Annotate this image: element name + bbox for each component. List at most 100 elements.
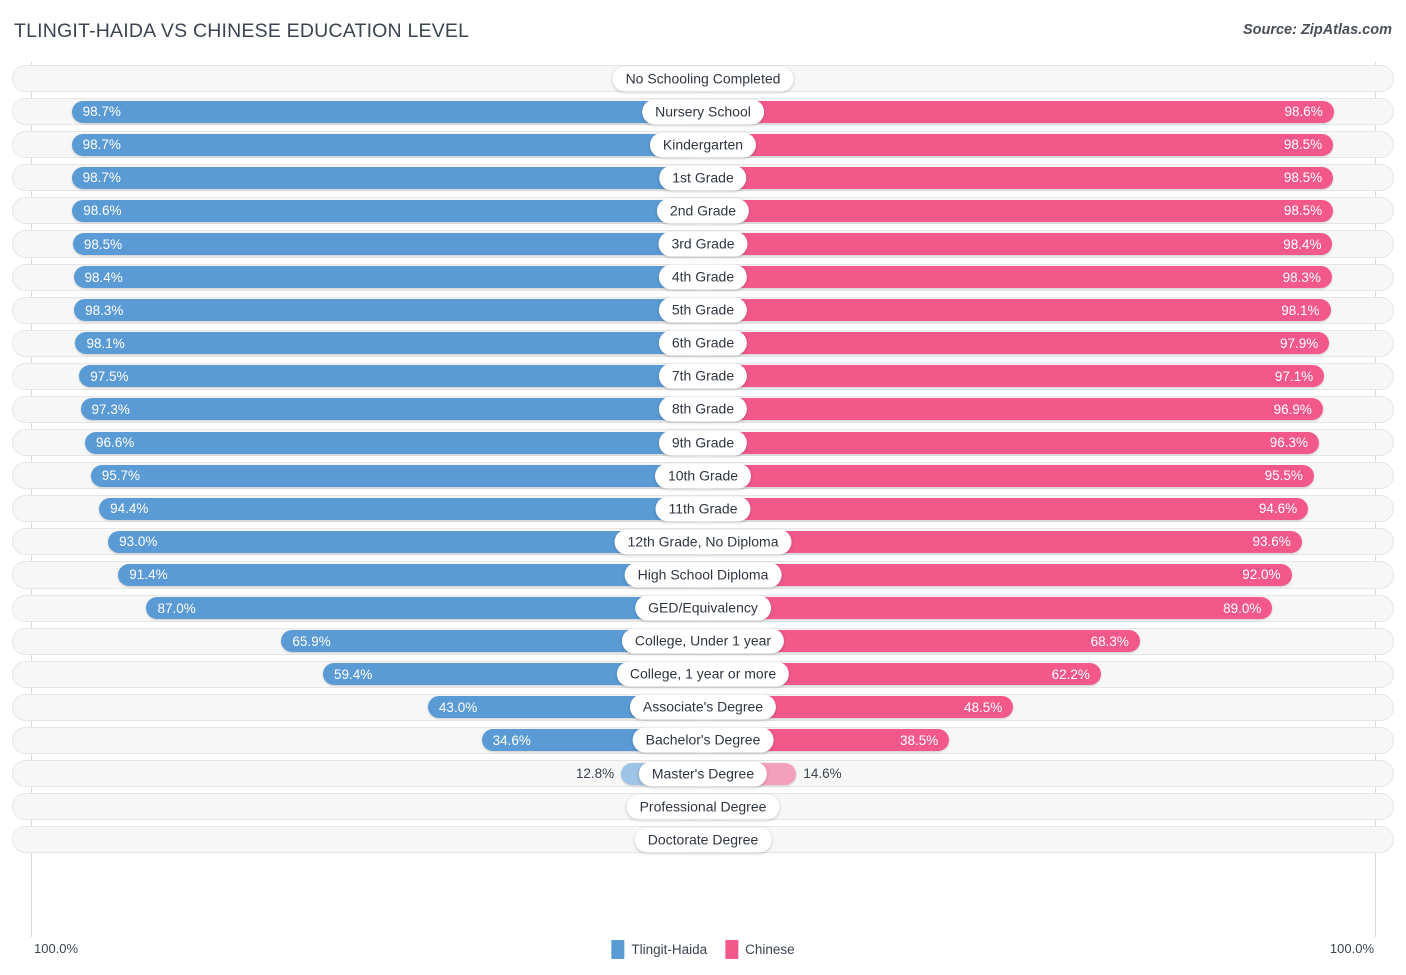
left-series-half: 12.8% xyxy=(0,757,703,790)
category-label: Kindergarten xyxy=(649,132,757,158)
category-label: 10th Grade xyxy=(654,463,752,489)
bar-chinese: 98.5% xyxy=(703,133,1334,156)
bar-tlingit-haida: 98.4% xyxy=(73,266,703,289)
bar-value-label: 96.3% xyxy=(1269,435,1309,451)
right-series-half: 95.5% xyxy=(703,459,1406,492)
bar-value-label: 43.0% xyxy=(438,699,478,715)
bar-value-label: 94.4% xyxy=(110,501,149,517)
bar-value-label: 38.5% xyxy=(900,732,939,748)
bar-value-label: 95.5% xyxy=(1264,468,1303,484)
bar-value-label: 87.0% xyxy=(157,600,196,616)
category-label: 1st Grade xyxy=(659,165,747,191)
category-label: College, 1 year or more xyxy=(616,661,790,687)
bar-value-label: 98.4% xyxy=(84,269,123,285)
bar-value-label: 98.1% xyxy=(86,335,125,351)
bar-value-label: 94.6% xyxy=(1258,501,1298,517)
category-label: College, Under 1 year xyxy=(621,628,785,654)
category-label: 12th Grade, No Diploma xyxy=(614,529,792,555)
bar-value-label: 98.6% xyxy=(83,203,122,219)
bar-value-label: 96.9% xyxy=(1273,401,1312,417)
chart-row: 98.6% 98.5% 2nd Grade xyxy=(0,194,1406,227)
legend-swatch-icon xyxy=(725,940,739,959)
bar-value-label: 97.3% xyxy=(91,401,130,417)
legend-item[interactable]: Tlingit-Haida xyxy=(611,940,707,959)
bar-value-label: 59.4% xyxy=(334,666,373,682)
category-label: 11th Grade xyxy=(655,496,751,522)
right-series-half: 98.3% xyxy=(703,261,1406,294)
left-series-half: 98.1% xyxy=(0,327,703,360)
right-series-half: 92.0% xyxy=(703,558,1406,591)
category-label: 5th Grade xyxy=(658,297,748,323)
bar-tlingit-haida: 98.7% xyxy=(71,166,703,189)
bar-value-label: 97.9% xyxy=(1280,335,1319,351)
bar-value-label: 98.3% xyxy=(1282,269,1321,285)
right-series-half: 98.1% xyxy=(703,294,1406,327)
axis-label-right: 100.0% xyxy=(1329,941,1374,956)
category-label: 2nd Grade xyxy=(656,198,750,224)
category-label: 3rd Grade xyxy=(658,231,748,257)
category-label: 9th Grade xyxy=(658,430,748,456)
right-series-half: 98.5% xyxy=(703,128,1406,161)
chart-header: TLINGIT-HAIDA VS CHINESE EDUCATION LEVEL… xyxy=(0,0,1406,60)
bar-value-label: 98.7% xyxy=(82,137,121,153)
bar-value-label: 65.9% xyxy=(292,633,331,649)
bar-value-label: 97.1% xyxy=(1274,368,1314,384)
chart-row: 4.0%4.5%Professional Degree xyxy=(0,790,1406,823)
bar-value-label: 48.5% xyxy=(963,699,1003,715)
bar-chinese: 96.9% xyxy=(703,398,1323,421)
chart-row: 12.8% 14.6% Master's Degree xyxy=(0,757,1406,790)
bar-value-label: 98.5% xyxy=(83,236,123,252)
right-series-half: 98.5% xyxy=(703,194,1406,227)
chart-row: 91.4% 92.0% High School Diploma xyxy=(0,558,1406,591)
chart-row: 34.6% 38.5% Bachelor's Degree xyxy=(0,724,1406,757)
right-series-half: 96.3% xyxy=(703,426,1406,459)
left-series-half: 98.4% xyxy=(0,261,703,294)
chart-row: 98.7% 98.5% Kindergarten xyxy=(0,128,1406,161)
bar-tlingit-haida: 97.5% xyxy=(79,365,703,388)
bar-value-label: 14.6% xyxy=(803,766,842,782)
category-label: High School Diploma xyxy=(624,562,782,588)
source-attribution: Source: ZipAtlas.com xyxy=(1242,22,1392,38)
right-series-half: 98.5% xyxy=(703,161,1406,194)
bar-chinese: 92.0% xyxy=(703,563,1292,586)
right-series-half: 48.5% xyxy=(703,691,1406,724)
category-label: 8th Grade xyxy=(658,396,748,422)
right-series-half: 62.2% xyxy=(703,658,1406,691)
chart-row: 94.4% 94.6% 11th Grade xyxy=(0,492,1406,525)
legend-item[interactable]: Chinese xyxy=(725,940,795,959)
category-label: Nursery School xyxy=(642,99,764,125)
bar-chinese: 97.9% xyxy=(703,332,1330,355)
legend-label: Tlingit-Haida xyxy=(631,942,708,957)
bar-chinese: 97.1% xyxy=(703,365,1325,388)
category-label: No Schooling Completed xyxy=(612,66,794,92)
bar-tlingit-haida: 98.7% xyxy=(71,133,703,156)
right-series-half: 68.3% xyxy=(703,625,1406,658)
left-series-half: 98.7% xyxy=(0,128,703,161)
right-series-half: 4.5% xyxy=(703,790,1406,823)
bar-value-label: 98.1% xyxy=(1281,302,1320,318)
left-series-half: 97.3% xyxy=(0,393,703,426)
bar-tlingit-haida: 87.0% xyxy=(146,597,703,620)
legend-swatch-icon xyxy=(611,940,625,959)
chart-row: 98.5% 98.4% 3rd Grade xyxy=(0,227,1406,260)
bar-value-label: 95.7% xyxy=(101,468,141,484)
right-series-half: 98.6% xyxy=(703,95,1406,128)
chart-row: 59.4% 62.2% College, 1 year or more xyxy=(0,658,1406,691)
bar-chinese: 98.5% xyxy=(703,199,1334,222)
bar-tlingit-haida: 98.5% xyxy=(72,233,703,256)
chart-row: 98.7% 98.6% Nursery School xyxy=(0,95,1406,128)
category-label: GED/Equivalency xyxy=(635,595,771,621)
bar-value-label: 96.6% xyxy=(96,435,135,451)
category-label: Associate's Degree xyxy=(629,694,777,720)
bar-chinese: 89.0% xyxy=(703,597,1273,620)
chart-row: 98.1% 97.9% 6th Grade xyxy=(0,327,1406,360)
chart-row: 97.3% 96.9% 8th Grade xyxy=(0,393,1406,426)
category-label: 6th Grade xyxy=(658,330,748,356)
bar-chinese: 94.6% xyxy=(703,497,1309,520)
chart-page: TLINGIT-HAIDA VS CHINESE EDUCATION LEVEL… xyxy=(0,0,1406,975)
bar-value-label: 98.5% xyxy=(1283,137,1323,153)
right-series-half: 98.4% xyxy=(703,227,1406,260)
chart-row: 87.0% 89.0% GED/Equivalency xyxy=(0,592,1406,625)
chart-row: 1.5%1.5%No Schooling Completed xyxy=(0,62,1406,95)
bar-chinese: 98.6% xyxy=(703,100,1334,123)
